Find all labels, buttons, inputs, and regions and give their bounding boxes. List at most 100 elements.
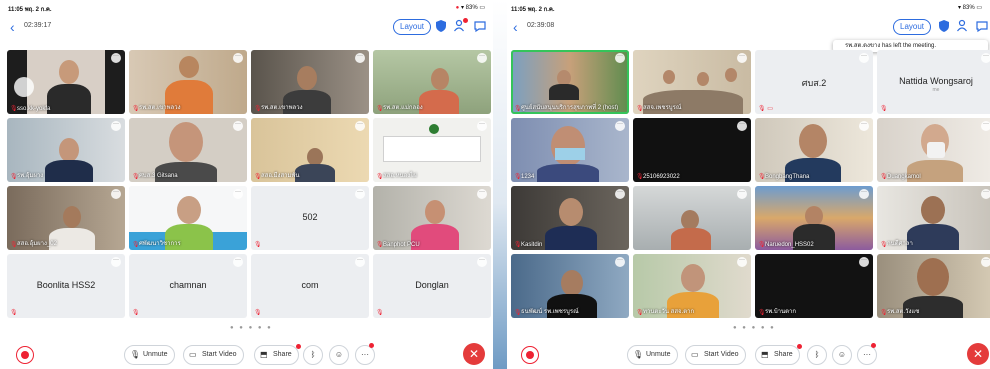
- video-tile[interactable]: ··· 🎙 Banphot PCU: [373, 186, 491, 250]
- more-options-icon[interactable]: ···: [981, 189, 990, 199]
- record-button[interactable]: [521, 346, 539, 364]
- start-video-button[interactable]: ▭ Start Video: [685, 345, 746, 365]
- bluetooth-button[interactable]: ᛒ: [807, 345, 827, 365]
- video-tile[interactable]: ··· 🎙 กนดีศาลา: [877, 186, 990, 250]
- record-button[interactable]: [16, 346, 34, 364]
- more-options-icon[interactable]: ···: [233, 53, 243, 63]
- more-options-icon[interactable]: ···: [737, 189, 747, 199]
- mic-muted-icon: 🎙: [633, 350, 644, 359]
- chat-icon[interactable]: [975, 19, 989, 33]
- shield-icon[interactable]: [434, 19, 448, 33]
- more-options-icon[interactable]: ···: [355, 257, 365, 267]
- more-options-icon[interactable]: ···: [859, 121, 869, 131]
- video-tile[interactable]: ··· 🎙 ศพัฒนาวิชาการ: [129, 186, 247, 250]
- participants-icon[interactable]: [956, 19, 970, 33]
- more-options-icon[interactable]: ···: [737, 53, 747, 63]
- more-options-icon[interactable]: ···: [615, 53, 625, 63]
- more-options-icon[interactable]: ···: [477, 257, 487, 267]
- more-options-icon[interactable]: ···: [111, 189, 121, 199]
- video-tile[interactable]: ··· 🎙 ธนพัฒน์ รพ.เพชรบูรณ์: [511, 254, 629, 318]
- participant-name: Banphot PCU: [383, 242, 420, 248]
- video-tile[interactable]: ··· com 🎙: [251, 254, 369, 318]
- video-tile[interactable]: ··· 🎙 25106923022: [633, 118, 751, 182]
- more-options-icon[interactable]: ···: [477, 53, 487, 63]
- meeting-header: ‹ 02:39:17 Layout: [0, 14, 493, 40]
- back-icon[interactable]: ‹: [10, 19, 15, 35]
- more-options-icon[interactable]: ···: [355, 189, 365, 199]
- participant-name: รพ.สต.เขาพลวง: [261, 105, 303, 111]
- more-button[interactable]: ···: [355, 345, 375, 365]
- leave-meeting-button[interactable]: ✕: [463, 343, 485, 365]
- more-options-icon[interactable]: ···: [737, 257, 747, 267]
- video-tile[interactable]: ··· 🎙 สสอ.มีงสามพัน: [251, 118, 369, 182]
- reactions-button[interactable]: ☺: [832, 345, 852, 365]
- video-tile[interactable]: ··· 🎙 รพ.อุ้มผาง: [7, 118, 125, 182]
- video-tile[interactable]: ··· 🎙 ทานตะวัน สสจ.ตาก: [633, 254, 751, 318]
- layout-button[interactable]: Layout: [393, 19, 432, 35]
- video-tile[interactable]: ··· 🎙 1234: [511, 118, 629, 182]
- more-options-icon[interactable]: ···: [859, 257, 869, 267]
- more-options-icon[interactable]: ···: [615, 189, 625, 199]
- video-tile[interactable]: ··· 🎙 รพ.สต.แม่กลอง: [373, 50, 491, 114]
- video-tile[interactable]: ··· 🎙 สสอ.หนองไผ่: [373, 118, 491, 182]
- video-tile[interactable]: ···: [633, 186, 751, 250]
- more-options-icon[interactable]: ···: [615, 121, 625, 131]
- more-button[interactable]: ···: [857, 345, 877, 365]
- leave-meeting-button[interactable]: ✕: [967, 343, 989, 365]
- more-options-icon[interactable]: ···: [981, 257, 990, 267]
- more-options-icon[interactable]: ···: [355, 53, 365, 63]
- start-video-button[interactable]: ▭ Start Video: [183, 345, 244, 365]
- video-tile[interactable]: ··· 🎙 BongbangThana: [755, 118, 873, 182]
- video-tile[interactable]: ··· 🎙 รพ.สต.เขาพลวง: [129, 50, 247, 114]
- video-tile[interactable]: ··· Nattida Wongsaroj me 🎙: [877, 50, 990, 114]
- page-indicator[interactable]: ● ● ● ● ●: [230, 325, 273, 331]
- video-tile[interactable]: ··· 🎙 Naruedon_HSS02: [755, 186, 873, 250]
- video-tile[interactable]: ··· 🎙 รพ.สต.เขาพลวง: [251, 50, 369, 114]
- participant-name: Duangkamol: [887, 174, 921, 180]
- video-tile[interactable]: ··· 🎙 ศูนย์สนับสนุนบริการสุขภาพที่ 2 (ho…: [511, 50, 629, 114]
- video-tile[interactable]: ··· chamnan 🎙: [129, 254, 247, 318]
- layout-button[interactable]: Layout: [893, 19, 932, 35]
- more-options-icon[interactable]: ···: [477, 189, 487, 199]
- share-button[interactable]: ⬒ Share: [254, 345, 299, 365]
- bluetooth-button[interactable]: ᛒ: [303, 345, 323, 365]
- more-options-icon[interactable]: ···: [111, 257, 121, 267]
- more-options-icon[interactable]: ···: [233, 257, 243, 267]
- video-tile[interactable]: ··· 502 🎙: [251, 186, 369, 250]
- video-tile[interactable]: ··· 🎙 รพ.บ้านตาก: [755, 254, 873, 318]
- video-tile[interactable]: ··· 🎙 สสอ.อุ้มผาง_02: [7, 186, 125, 250]
- video-tile[interactable]: ··· ศบส.2 🎙 ▭: [755, 50, 873, 114]
- video-tile[interactable]: ··· Boonlita HSS2 🎙: [7, 254, 125, 318]
- more-options-icon[interactable]: ···: [233, 121, 243, 131]
- more-options-icon[interactable]: ···: [859, 53, 869, 63]
- more-options-icon[interactable]: ···: [111, 53, 121, 63]
- more-options-icon[interactable]: ···: [477, 121, 487, 131]
- more-options-icon[interactable]: ···: [615, 257, 625, 267]
- participant-name: ทานตะวัน สสจ.ตาก: [643, 309, 695, 315]
- more-options-icon[interactable]: ···: [355, 121, 365, 131]
- video-tile[interactable]: ··· 🎙 สสจ.เพชรบูรณ์: [633, 50, 751, 114]
- more-options-icon[interactable]: ···: [859, 189, 869, 199]
- more-options-icon[interactable]: ···: [981, 53, 990, 63]
- more-options-icon[interactable]: ···: [233, 189, 243, 199]
- mic-muted-icon: 🎙: [254, 242, 262, 248]
- video-tile[interactable]: ··· 🎙 Kasitdin: [511, 186, 629, 250]
- chat-icon[interactable]: [473, 19, 487, 33]
- video-tile[interactable]: ··· 🎙 ศบส.3 Gitsana: [129, 118, 247, 182]
- unmute-button[interactable]: 🎙 Unmute: [124, 345, 175, 365]
- share-button[interactable]: ⬒ Share: [755, 345, 800, 365]
- unmute-button[interactable]: 🎙 Unmute: [627, 345, 678, 365]
- video-tile[interactable]: ··· 🎙 รพ.สต.วังแซ: [877, 254, 990, 318]
- more-icon: ···: [361, 350, 369, 359]
- video-tile[interactable]: ··· 🎙 Duangkamol: [877, 118, 990, 182]
- more-options-icon[interactable]: ···: [111, 121, 121, 131]
- participant-name: รพ.สต.วังแซ: [887, 309, 920, 315]
- page-indicator[interactable]: ● ● ● ● ●: [733, 325, 776, 331]
- back-icon[interactable]: ‹: [513, 19, 518, 35]
- shield-icon[interactable]: [937, 19, 951, 33]
- video-tile[interactable]: ··· Donglan 🎙: [373, 254, 491, 318]
- more-options-icon[interactable]: ···: [737, 121, 747, 131]
- reactions-button[interactable]: ☺: [329, 345, 349, 365]
- video-tile[interactable]: ··· 🎙 sso.kk-yokfa: [7, 50, 125, 114]
- more-options-icon[interactable]: ···: [981, 121, 990, 131]
